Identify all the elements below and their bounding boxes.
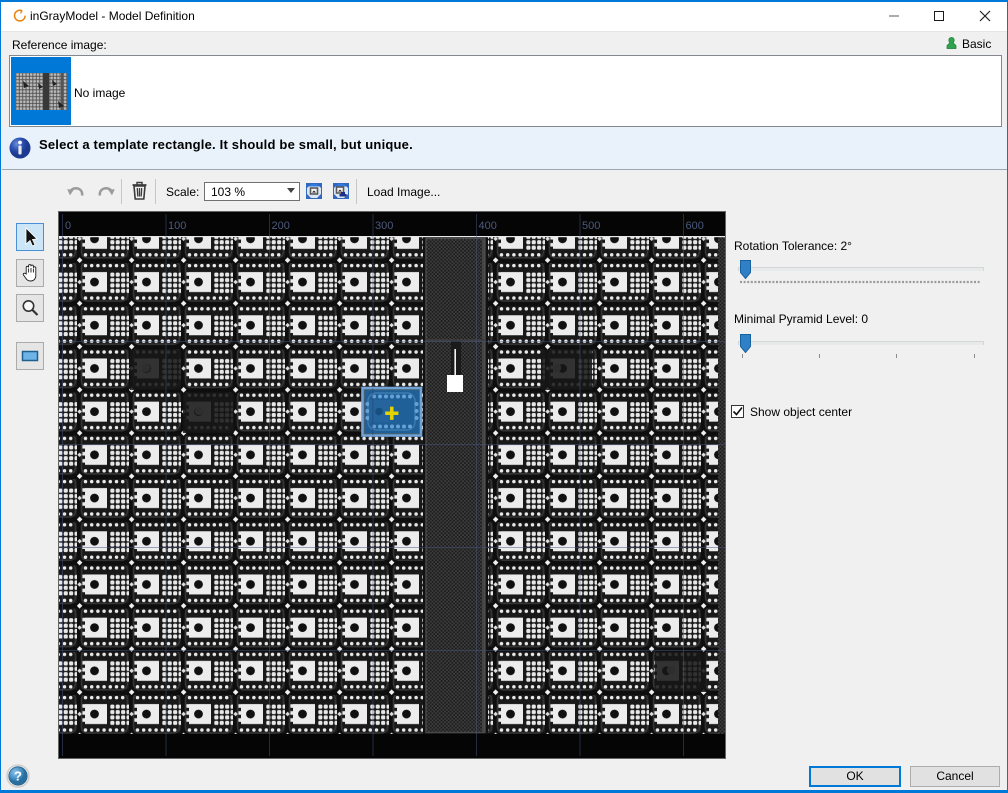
svg-text:300: 300 <box>375 220 393 232</box>
svg-text:100: 100 <box>168 220 186 232</box>
svg-text:500: 500 <box>582 220 600 232</box>
svg-text:200: 200 <box>272 220 290 232</box>
svg-text:600: 600 <box>686 220 704 232</box>
svg-text:0: 0 <box>65 220 71 232</box>
svg-text:?: ? <box>14 769 22 784</box>
svg-text:400: 400 <box>479 220 497 232</box>
